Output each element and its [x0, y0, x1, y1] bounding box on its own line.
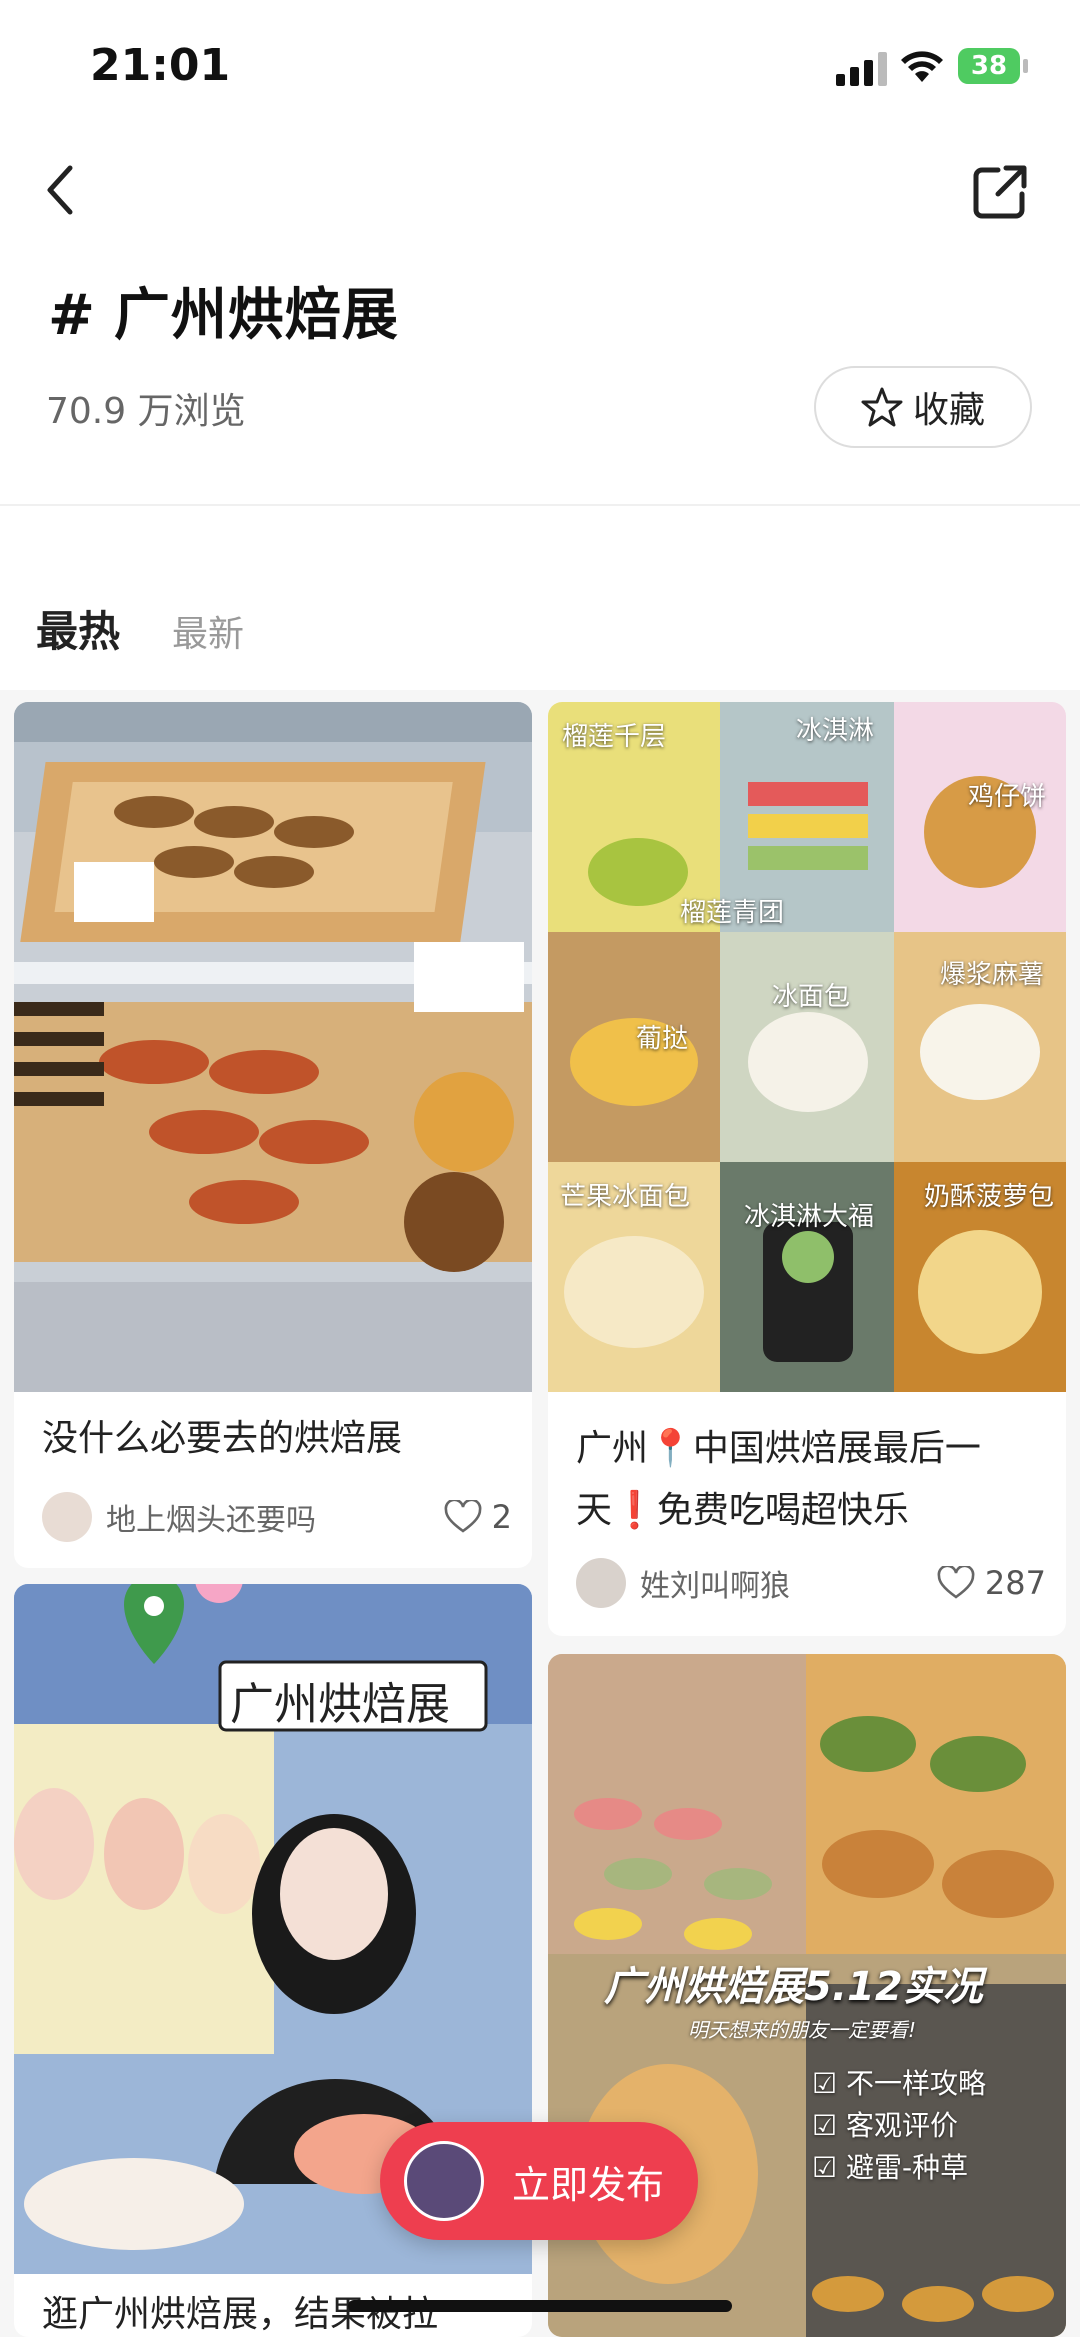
topic-title: # 广州烘焙展 — [48, 270, 399, 351]
card-meta: 地上烟头还要吗 2 — [42, 1492, 512, 1542]
image-subcaption: 明天想来的朋友一定要看! — [688, 2018, 917, 2042]
tab-hot[interactable]: 最热 — [36, 598, 120, 659]
tab-latest[interactable]: 最新 — [172, 605, 244, 657]
divider — [0, 504, 1080, 506]
publish-button[interactable]: 立即发布 — [380, 2122, 698, 2240]
status-time: 21:01 — [90, 40, 231, 91]
card-title-line: 天❗免费吃喝超快乐 — [576, 1490, 909, 1531]
checklist-text: 避雷-种草 — [846, 2151, 969, 2184]
favorite-button[interactable]: 收藏 — [814, 366, 1032, 448]
publish-avatar — [404, 2141, 484, 2221]
wifi-icon — [901, 51, 943, 82]
card-title: 没什么必要去的烘焙展 — [42, 1418, 403, 1459]
back-icon[interactable] — [40, 160, 80, 220]
battery-indicator: 38 — [958, 48, 1028, 84]
image-caption: 广州烘焙展5.12实况 — [604, 1964, 983, 2010]
like-count: 2 — [491, 1498, 512, 1536]
top-nav — [0, 150, 1080, 230]
image-label: 榴莲千层 — [562, 722, 667, 752]
note-card[interactable]: 没什么必要去的烘焙展 地上烟头还要吗 2 — [14, 702, 532, 1568]
checklist-item: ☑ 不一样攻略 — [812, 2067, 987, 2100]
view-count: 70.9 万浏览 — [46, 391, 246, 432]
topic-name: 广州烘焙展 — [113, 283, 399, 348]
image-label: 奶酥菠萝包 — [924, 1182, 1055, 1212]
heart-icon[interactable] — [937, 1566, 975, 1600]
card-image — [14, 702, 532, 1392]
author-name[interactable]: 姓刘叫啊狼 — [640, 1561, 937, 1605]
sort-tabs: 最热 最新 — [36, 598, 244, 659]
publish-label: 立即发布 — [512, 2162, 665, 2207]
author-avatar[interactable] — [576, 1558, 626, 1608]
image-label: 冰面包 — [772, 982, 851, 1012]
card-meta: 姓刘叫啊狼 287 — [576, 1558, 1046, 1608]
image-label: 冰淇淋 — [796, 716, 875, 746]
image-label: 冰淇淋大福 — [744, 1202, 875, 1232]
like-count: 287 — [984, 1564, 1046, 1602]
card-title: 广州📍中国烘焙展最后一 天❗免费吃喝超快乐 — [576, 1418, 981, 1542]
image-label: 芒果冰面包 — [560, 1182, 691, 1212]
share-icon[interactable] — [970, 162, 1030, 222]
author-name[interactable]: 地上烟头还要吗 — [106, 1495, 444, 1539]
star-icon — [861, 387, 903, 427]
image-label: 爆浆麻薯 — [940, 960, 1045, 990]
image-label: 葡挞 — [636, 1024, 689, 1054]
checklist-item: ☑ 避雷-种草 — [812, 2151, 969, 2184]
home-indicator — [348, 2300, 732, 2312]
image-label: 榴莲青团 — [680, 898, 785, 928]
checklist-item: ☑ 客观评价 — [812, 2109, 959, 2142]
card-title-line: 广州📍中国烘焙展最后一 — [576, 1428, 981, 1469]
author-avatar[interactable] — [42, 1492, 92, 1542]
heart-icon[interactable] — [444, 1500, 482, 1534]
signal-icon — [836, 52, 887, 86]
favorite-label: 收藏 — [912, 390, 985, 431]
checklist-text: 客观评价 — [846, 2109, 959, 2142]
note-card[interactable]: 榴莲千层 冰淇淋 鸡仔饼 榴莲青团 冰面包 爆浆麻薯 葡挞 芒果冰面包 冰淇淋大… — [548, 702, 1066, 1636]
image-caption: 广州烘焙展 — [230, 1679, 450, 1730]
hash-symbol: # — [48, 283, 96, 348]
image-label: 鸡仔饼 — [968, 782, 1047, 812]
checklist-text: 不一样攻略 — [846, 2067, 987, 2100]
status-bar: 21:01 38 — [0, 0, 1080, 140]
